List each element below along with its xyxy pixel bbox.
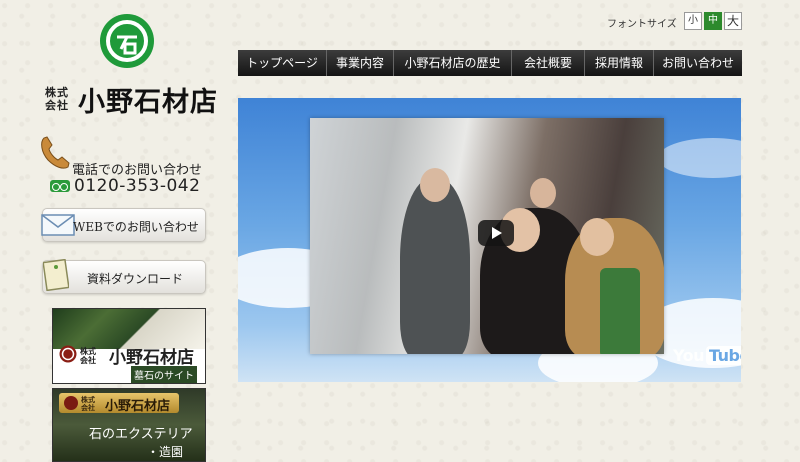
mini-logo-icon xyxy=(59,345,77,363)
banner-subtitle: 墓石のサイト xyxy=(131,366,197,383)
font-size-label: フォントサイズ xyxy=(607,19,677,30)
play-button[interactable] xyxy=(478,220,514,246)
banner-kabu-line2: 会社 xyxy=(80,356,96,365)
exterior-subtitle-1: 石のエクステリア xyxy=(89,427,193,442)
font-size-medium-button[interactable]: 中 xyxy=(704,12,722,30)
plate-kabu: 株式 会社 xyxy=(81,396,95,412)
document-icon xyxy=(43,259,69,291)
nav-item-business[interactable]: 事業内容 xyxy=(327,50,394,76)
youtube-logo-tube: Tube xyxy=(706,346,741,365)
envelope-icon xyxy=(41,214,75,236)
youtube-logo-you: You xyxy=(673,346,705,365)
person-face xyxy=(420,168,450,202)
youtube-video-player[interactable]: YouTube xyxy=(238,98,741,382)
logo-kabu-line1: 株式 xyxy=(45,86,69,99)
cloud-shape xyxy=(658,138,741,178)
plate-kabu-line1: 株式 xyxy=(81,396,95,404)
web-contact-button[interactable]: WEBでのお問い合わせ xyxy=(41,208,206,242)
person-figure xyxy=(400,178,470,354)
person-face xyxy=(580,218,614,256)
phone-number[interactable]: 0120-353-042 xyxy=(74,176,200,196)
web-contact-label: WEBでのお問い合わせ xyxy=(73,220,199,234)
download-label: 資料ダウンロード xyxy=(87,272,184,286)
banner-kabu: 株式 会社 xyxy=(80,347,96,365)
font-size-small-button[interactable]: 小 xyxy=(684,12,702,30)
plate-kabu-line2: 会社 xyxy=(81,404,95,412)
nav-item-top[interactable]: トップページ xyxy=(238,50,327,76)
logo-company-name[interactable]: 小野石材店 xyxy=(78,80,218,119)
nav-item-company[interactable]: 会社概要 xyxy=(512,50,585,76)
exterior-subtitle-2: ・造園 xyxy=(147,445,184,459)
plate-logo-icon xyxy=(64,396,78,410)
plate-company-name: 小野石材店 xyxy=(105,399,171,414)
company-logo-icon[interactable] xyxy=(99,13,155,69)
person-scarf xyxy=(600,268,640,354)
exterior-site-banner[interactable]: 株式 会社 小野石材店 石のエクステリア ・造園 xyxy=(52,388,206,462)
freedial-icon xyxy=(50,180,70,192)
phone-icon xyxy=(41,136,70,169)
logo-kabushiki-kaisha: 株式 会社 xyxy=(40,86,74,112)
font-size-large-button[interactable]: 大 xyxy=(724,12,742,30)
nav-item-contact[interactable]: お問い合わせ xyxy=(654,50,742,76)
main-navigation: トップページ 事業内容 小野石材店の歴史 会社概要 採用情報 お問い合わせ xyxy=(238,50,742,76)
video-thumbnail xyxy=(310,118,664,354)
nav-item-recruit[interactable]: 採用情報 xyxy=(585,50,654,76)
youtube-logo[interactable]: YouTube xyxy=(673,346,741,365)
banner-kabu-line1: 株式 xyxy=(80,347,96,356)
banner-name-plate: 株式 会社 小野石材店 xyxy=(59,393,179,414)
banner-company-name: 小野石材店 xyxy=(109,348,194,368)
logo-kabu-line2: 会社 xyxy=(45,99,69,112)
person-face xyxy=(530,178,556,208)
nav-item-history[interactable]: 小野石材店の歴史 xyxy=(394,50,512,76)
download-button[interactable]: 資料ダウンロード xyxy=(42,259,206,294)
boseki-site-banner[interactable]: 株式 会社 小野石材店 墓石のサイト xyxy=(52,308,206,384)
